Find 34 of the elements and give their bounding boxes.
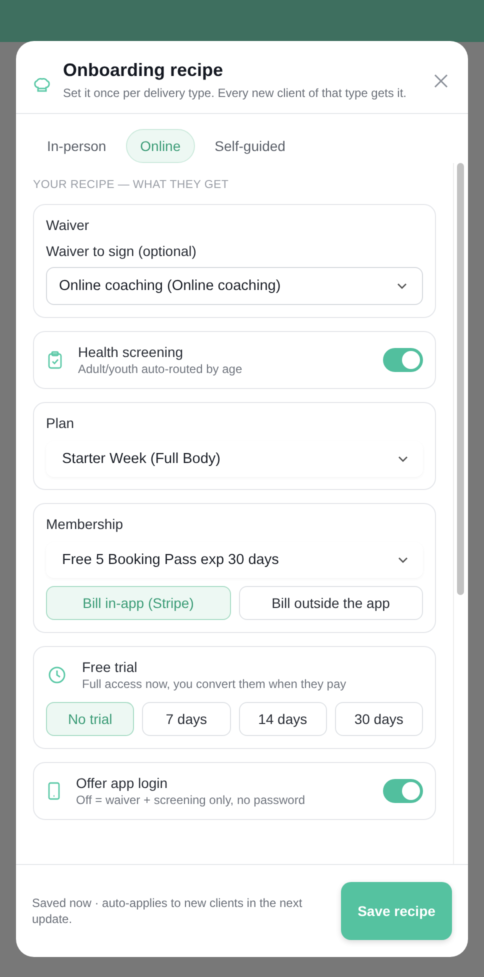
select-field[interactable]: Free 5 Booking Pass exp 30 days [46,542,423,578]
clipboard-check-icon [48,351,62,369]
dialog-subtitle: Set it once per delivery type. Every new client of that type gets it. [63,85,408,101]
chevron-down-icon [397,556,409,564]
option-button[interactable]: 7 days [142,702,230,736]
select-field[interactable]: Online coaching (Online coaching) [46,267,423,305]
card-subtitle: Off = waiver + screening only, no password [76,793,306,807]
tab[interactable]: Self-guided [200,129,300,163]
phone-icon [48,782,60,800]
card-title: Free trial [82,659,138,675]
card-title: Health screening [78,344,184,360]
card-subtitle: Adult/youth auto-routed by age [78,362,244,376]
card-subtitle: Full access now, you convert them when they pay [82,677,348,691]
option-button[interactable]: 30 days [334,702,423,736]
tab[interactable]: In-person [33,129,120,163]
option-button[interactable]: Bill outside the app [238,586,423,620]
toggle-switch[interactable] [383,779,423,803]
chevron-down-icon [396,282,408,290]
chef-hat-icon [33,76,51,94]
select-field[interactable]: Starter Week (Full Body) [46,441,423,477]
field-label: Waiver to sign (optional) [46,243,198,259]
card-title: Plan [46,415,76,431]
scrollbar[interactable] [453,163,466,864]
dialog-title: Onboarding recipe [63,60,224,81]
card-title: Membership [46,516,124,532]
footer-note: Saved now · auto-applies to new clients in the next update. [32,895,304,927]
card-title: Offer app login [76,775,169,791]
toggle-switch[interactable] [383,348,423,372]
close-icon[interactable] [434,74,448,88]
card-title: Waiver [46,217,90,233]
chevron-down-icon [397,455,409,463]
clock-icon [48,666,66,684]
section-label: YOUR RECIPE — WHAT THEY GET [33,179,230,191]
option-button[interactable]: 14 days [238,702,327,736]
